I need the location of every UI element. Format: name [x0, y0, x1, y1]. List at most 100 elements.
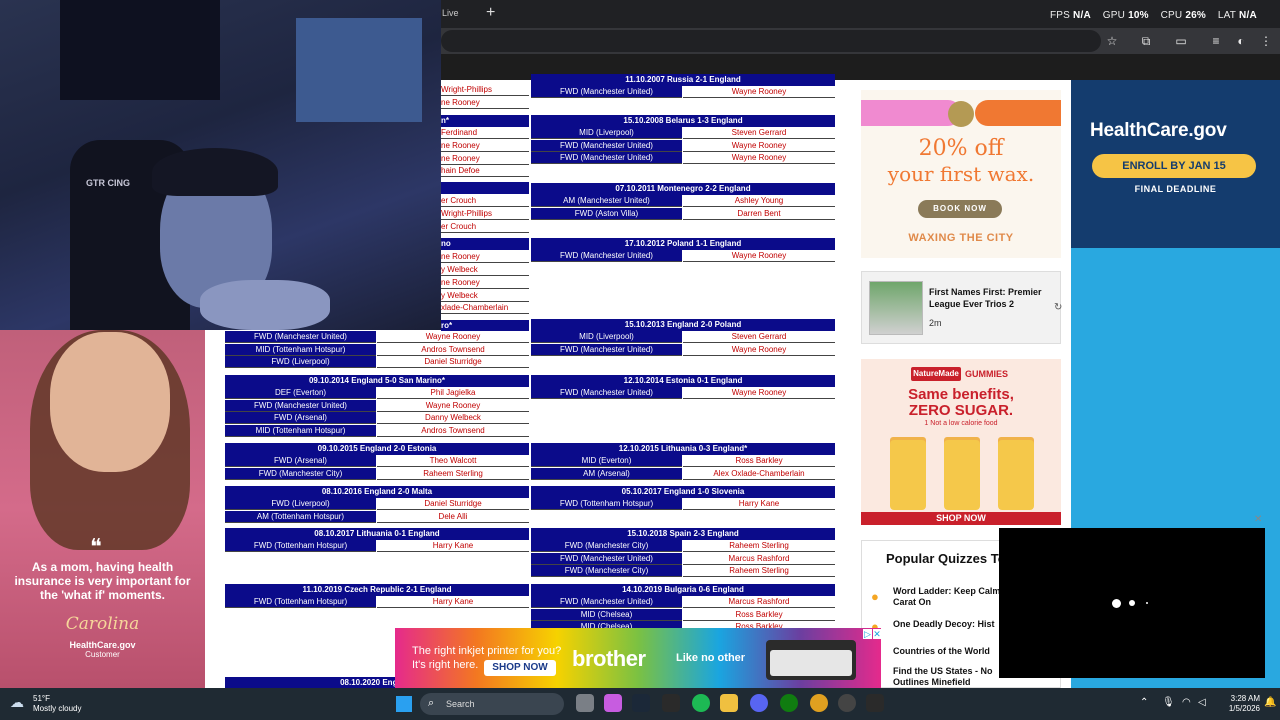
file-explorer-icon[interactable] — [720, 694, 738, 712]
scorer-name[interactable]: hain Defoe — [441, 165, 529, 177]
taskbar-clock[interactable]: 3:28 AM 1/5/2026 — [1210, 694, 1260, 714]
quiz-thumb-icon[interactable]: ● — [871, 589, 887, 605]
scorer-name[interactable]: Wayne Rooney — [683, 152, 835, 164]
reading-list-icon[interactable]: ≡ — [1208, 33, 1224, 49]
refresh-icon[interactable]: ↻ — [1054, 302, 1062, 313]
scorer-name[interactable]: Andros Townsend — [377, 343, 529, 356]
scorer-name[interactable]: ne Rooney — [441, 153, 529, 165]
task-view-icon[interactable] — [576, 694, 594, 712]
scorer-name[interactable]: Wayne Rooney — [377, 331, 529, 343]
bookmark-star-icon[interactable]: ☆ — [1104, 33, 1120, 49]
scorer-name[interactable]: Dele Alli — [377, 510, 529, 523]
active-tab-title[interactable]: Live — [442, 8, 459, 18]
scorer-name[interactable]: Wright-Phillips — [441, 84, 529, 96]
obs-icon[interactable] — [838, 694, 856, 712]
spotify-icon[interactable] — [692, 694, 710, 712]
scorer-name[interactable]: Raheem Sterling — [377, 467, 529, 480]
profile-icon[interactable]: ◐ — [1233, 33, 1249, 49]
player-position: FWD (Liverpool) — [225, 356, 376, 368]
xbox-icon[interactable] — [780, 694, 798, 712]
scorer-name[interactable]: Wayne Rooney — [683, 86, 835, 98]
lat-label: LAT — [1217, 10, 1237, 21]
close-icon[interactable]: ✕ — [1254, 514, 1262, 525]
scorer-name[interactable]: Ross Barkley — [683, 455, 835, 467]
match-header: 15.10.2008 Belarus 1-3 England — [531, 115, 835, 127]
scorer-name[interactable]: Darren Bent — [683, 207, 835, 220]
scorer-name[interactable]: Phil Jagielka — [377, 387, 529, 399]
webcam-poster — [296, 18, 422, 122]
close-icon[interactable]: ✕ — [873, 629, 881, 639]
scorer-name[interactable]: Wayne Rooney — [377, 399, 529, 412]
scorer-name[interactable]: y Welbeck — [441, 290, 529, 302]
enroll-button[interactable]: ENROLL BY JAN 15 — [1092, 154, 1256, 178]
discord-icon[interactable] — [750, 694, 768, 712]
book-now-button[interactable]: BOOK NOW — [918, 200, 1002, 218]
popular-quiz-item[interactable]: One Deadly Decoy: Hist — [893, 619, 1003, 630]
scorer-name[interactable]: Steven Gerrard — [683, 331, 835, 343]
shop-now-button[interactable]: SHOP NOW — [861, 512, 1061, 525]
scorer-name[interactable]: ne Rooney — [441, 140, 529, 152]
scorer-name[interactable]: Wayne Rooney — [683, 343, 835, 356]
scorer-name[interactable]: Alex Oxlade-Chamberlain — [683, 467, 835, 480]
adchoices-icon[interactable]: ▷ — [863, 629, 872, 639]
quiz-thumbnail[interactable] — [869, 281, 923, 335]
scorer-name[interactable]: Wayne Rooney — [683, 139, 835, 152]
scorer-name[interactable]: xlade-Chamberlain — [441, 302, 529, 314]
scorer-name[interactable]: Marcus Rashford — [683, 552, 835, 565]
menu-kebab-icon[interactable]: ⋮ — [1258, 33, 1274, 49]
popular-quiz-item[interactable]: Countries of the World — [893, 646, 1003, 657]
copilot-icon[interactable] — [604, 694, 622, 712]
loading-dot-icon — [1129, 600, 1135, 606]
taskbar-search[interactable]: Search — [420, 693, 564, 715]
scorer-name[interactable]: Harry Kane — [377, 596, 529, 608]
chrome-icon[interactable] — [810, 694, 828, 712]
player-position: FWD (Manchester United) — [225, 399, 376, 412]
brother-shop-button[interactable]: SHOP NOW — [484, 660, 556, 676]
notification-bell-icon[interactable]: 🔔 — [1264, 697, 1276, 708]
scorer-name[interactable]: ne Rooney — [441, 97, 529, 109]
popular-quiz-item[interactable]: Word Ladder: Keep Calm Carat On — [893, 586, 1003, 608]
scorer-name[interactable]: Ross Barkley — [683, 608, 835, 621]
scorer-name[interactable]: Wayne Rooney — [683, 387, 835, 399]
scorer-name[interactable]: Steven Gerrard — [683, 127, 835, 139]
weather-icon[interactable]: ☁ — [10, 694, 24, 711]
scorer-name[interactable]: Ashley Young — [683, 195, 835, 207]
scorer-name[interactable]: er Crouch — [441, 195, 529, 207]
wax-discount: 20% off — [918, 136, 1004, 161]
scorer-name[interactable]: y Welbeck — [441, 264, 529, 276]
microphone-icon[interactable]: 🎙 — [1162, 697, 1175, 708]
epic-games-icon[interactable] — [662, 694, 680, 712]
new-tab-button[interactable]: + — [486, 4, 495, 22]
scorer-name[interactable]: Marcus Rashford — [683, 596, 835, 608]
scorer-name[interactable]: er Crouch — [441, 221, 529, 233]
scorer-name[interactable]: Harry Kane — [683, 498, 835, 510]
scorer-name[interactable]: Daniel Sturridge — [377, 498, 529, 510]
scorer-name[interactable]: Wayne Rooney — [683, 250, 835, 262]
steam-icon[interactable] — [632, 694, 650, 712]
start-icon[interactable] — [396, 696, 412, 712]
scorer-name[interactable]: Harry Kane — [377, 540, 529, 552]
match-header: no — [441, 238, 529, 250]
scorer-name[interactable]: Daniel Sturridge — [377, 356, 529, 368]
weather-widget[interactable]: 51°F Mostly cloudy — [33, 694, 81, 714]
popular-quiz-item[interactable]: Find the US States - No Outlines Minefie… — [893, 666, 1003, 688]
scorer-name[interactable]: Raheem Sterling — [683, 565, 835, 577]
extensions-icon[interactable]: ⧉ — [1138, 33, 1154, 49]
volume-icon[interactable]: ◁ — [1198, 697, 1206, 708]
address-bar[interactable] — [441, 30, 1101, 52]
scorer-name[interactable]: ne Rooney — [441, 251, 529, 263]
scorer-name[interactable]: Raheem Sterling — [683, 540, 835, 552]
scorer-name[interactable]: Theo Walcott — [377, 455, 529, 467]
scorer-name[interactable]: Wright-Phillips — [441, 208, 529, 220]
tray-chevron-icon[interactable]: ⌃ — [1140, 697, 1148, 708]
epic-games-icon[interactable] — [866, 694, 884, 712]
cast-icon[interactable]: ▭ — [1173, 33, 1189, 49]
player-position: FWD (Tottenham Hotspur) — [225, 596, 376, 608]
scorer-name[interactable]: Andros Townsend — [377, 424, 529, 437]
scorer-name[interactable]: Danny Welbeck — [377, 412, 529, 424]
quiz-title[interactable]: First Names First: Premier League Ever T… — [929, 286, 1051, 310]
video-role: Customer — [85, 650, 120, 659]
scorer-name[interactable]: Ferdinand — [441, 127, 529, 139]
wifi-icon[interactable]: ◠ — [1182, 697, 1191, 708]
scorer-name[interactable]: ne Rooney — [441, 277, 529, 289]
